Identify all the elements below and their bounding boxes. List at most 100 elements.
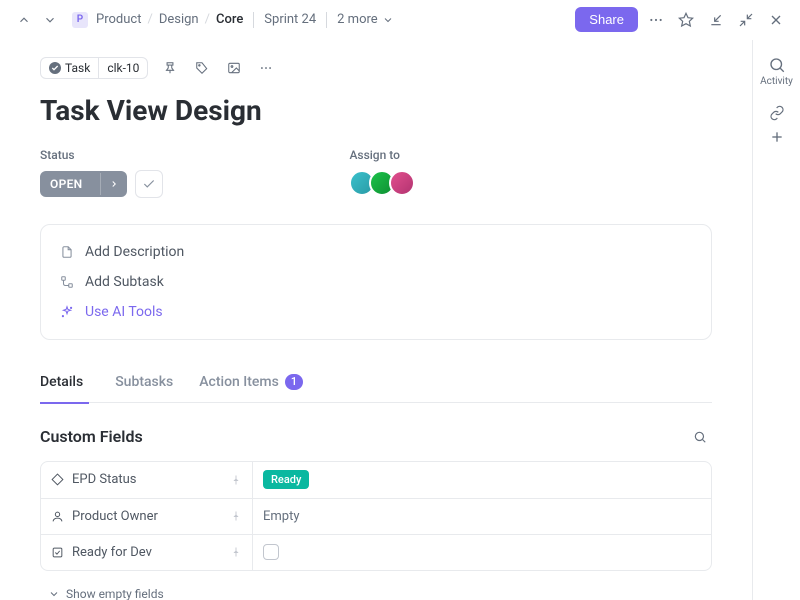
- cf-label: Product Owner: [72, 509, 158, 524]
- assign-label: Assign to: [349, 148, 415, 162]
- more-menu-button[interactable]: [644, 8, 668, 32]
- breadcrumb-sep: /: [147, 12, 152, 27]
- chevron-down-icon: [382, 14, 394, 26]
- task-status-dot-icon: [49, 62, 61, 74]
- status-col: Status OPEN: [40, 148, 163, 198]
- page-title[interactable]: Task View Design: [40, 94, 712, 128]
- nav-down-button[interactable]: [38, 8, 62, 32]
- link-button[interactable]: [769, 105, 785, 121]
- pin-button[interactable]: [158, 56, 182, 80]
- show-empty-fields-button[interactable]: Show empty fields: [40, 583, 712, 600]
- tab-action-items-label: Action Items: [199, 374, 279, 390]
- task-more-button[interactable]: [254, 56, 278, 80]
- table-row: Product Owner Empty: [41, 498, 711, 534]
- checkbox-icon: [51, 546, 64, 559]
- subtask-icon: [59, 275, 75, 289]
- breadcrumb-divider: [326, 12, 327, 28]
- task-chip-type-label: Task: [65, 61, 90, 75]
- image-button[interactable]: [222, 56, 246, 80]
- task-chip-type: Task: [41, 58, 98, 78]
- favorite-button[interactable]: [674, 8, 698, 32]
- nav-arrows: [12, 8, 62, 32]
- pin-icon[interactable]: [230, 546, 242, 558]
- cf-label-cell[interactable]: Ready for Dev: [41, 535, 253, 570]
- collapse-button[interactable]: [734, 8, 758, 32]
- complete-button[interactable]: [135, 170, 163, 198]
- avatar: [389, 170, 415, 196]
- chevron-right-icon: [100, 173, 127, 195]
- tab-subtasks-label: Subtasks: [115, 374, 173, 390]
- tab-details[interactable]: Details: [40, 368, 89, 402]
- checkbox-input[interactable]: [263, 544, 279, 560]
- task-chip[interactable]: Task clk-10: [40, 57, 148, 79]
- pin-icon[interactable]: [230, 510, 242, 522]
- task-chip-id: clk-10: [98, 58, 147, 78]
- ai-icon: [59, 305, 75, 319]
- tabs: Details Subtasks Action Items 1: [40, 368, 712, 403]
- custom-fields-table: EPD Status Ready Product Owner: [40, 461, 712, 571]
- cf-label-cell[interactable]: Product Owner: [41, 499, 253, 534]
- topbar: P Product / Design / Core Sprint 24 2 mo…: [0, 0, 800, 40]
- table-row: Ready for Dev: [41, 534, 711, 570]
- table-row: EPD Status Ready: [41, 462, 711, 498]
- document-icon: [59, 245, 75, 259]
- main-panel: Task clk-10 Task View Design: [0, 40, 752, 600]
- tab-details-label: Details: [40, 374, 83, 390]
- assignees[interactable]: [349, 170, 415, 196]
- task-mini-actions: [158, 56, 278, 80]
- status-value: OPEN: [40, 171, 92, 197]
- cf-label: Ready for Dev: [72, 545, 152, 560]
- diamond-icon: [51, 473, 64, 486]
- workspace-badge[interactable]: P: [72, 12, 88, 28]
- pin-icon[interactable]: [230, 474, 242, 486]
- action-items-count-badge: 1: [285, 374, 303, 390]
- breadcrumb: P Product / Design / Core Sprint 24 2 mo…: [72, 12, 569, 28]
- add-description-button[interactable]: Add Description: [59, 237, 693, 267]
- assign-col: Assign to: [349, 148, 415, 198]
- breadcrumb-more[interactable]: 2 more: [337, 12, 394, 27]
- add-widget-button[interactable]: [769, 129, 785, 145]
- breadcrumb-sprint[interactable]: Sprint 24: [264, 12, 316, 27]
- tag-button[interactable]: [190, 56, 214, 80]
- task-chip-row: Task clk-10: [40, 56, 712, 80]
- tab-action-items[interactable]: Action Items 1: [199, 368, 303, 402]
- breadcrumb-item[interactable]: Product: [96, 12, 141, 27]
- share-button[interactable]: Share: [575, 7, 638, 32]
- breadcrumb-sep: /: [205, 12, 210, 27]
- breadcrumb-item[interactable]: Design: [159, 12, 199, 27]
- quick-actions-panel: Add Description Add Subtask Use AI Tools: [40, 224, 712, 340]
- download-button[interactable]: [704, 8, 728, 32]
- cf-label-cell[interactable]: EPD Status: [41, 462, 253, 498]
- ai-tools-button[interactable]: Use AI Tools: [59, 297, 693, 327]
- breadcrumb-divider: [253, 12, 254, 28]
- status-row: OPEN: [40, 170, 163, 198]
- cf-empty-value: Empty: [263, 509, 300, 524]
- breadcrumb-more-label: 2 more: [337, 12, 378, 27]
- custom-fields-title: Custom Fields: [40, 427, 143, 446]
- nav-up-button[interactable]: [12, 8, 36, 32]
- activity-button[interactable]: Activity: [760, 56, 793, 87]
- activity-icon: [768, 56, 786, 74]
- cf-label: EPD Status: [72, 472, 137, 487]
- cf-value-cell[interactable]: [253, 544, 711, 560]
- ai-tools-label: Use AI Tools: [85, 304, 163, 320]
- custom-fields-header: Custom Fields: [40, 425, 712, 449]
- activity-label: Activity: [760, 76, 793, 87]
- meta-row: Status OPEN Assign to: [40, 148, 712, 198]
- tab-subtasks[interactable]: Subtasks: [115, 368, 173, 402]
- status-dropdown[interactable]: OPEN: [40, 171, 127, 197]
- close-button[interactable]: [764, 8, 788, 32]
- show-empty-label: Show empty fields: [66, 587, 164, 600]
- body: Task clk-10 Task View Design: [0, 40, 800, 600]
- cf-value-cell[interactable]: Empty: [253, 509, 711, 524]
- breadcrumb-item-active[interactable]: Core: [216, 12, 243, 27]
- top-actions: Share: [575, 7, 788, 32]
- cf-value-cell[interactable]: Ready: [253, 470, 711, 489]
- search-icon: [693, 430, 707, 444]
- add-subtask-label: Add Subtask: [85, 274, 164, 290]
- custom-fields-search-button[interactable]: [688, 425, 712, 449]
- add-subtask-button[interactable]: Add Subtask: [59, 267, 693, 297]
- chevron-down-icon: [48, 588, 60, 600]
- status-badge: Ready: [263, 470, 309, 489]
- right-rail: Activity: [752, 40, 800, 600]
